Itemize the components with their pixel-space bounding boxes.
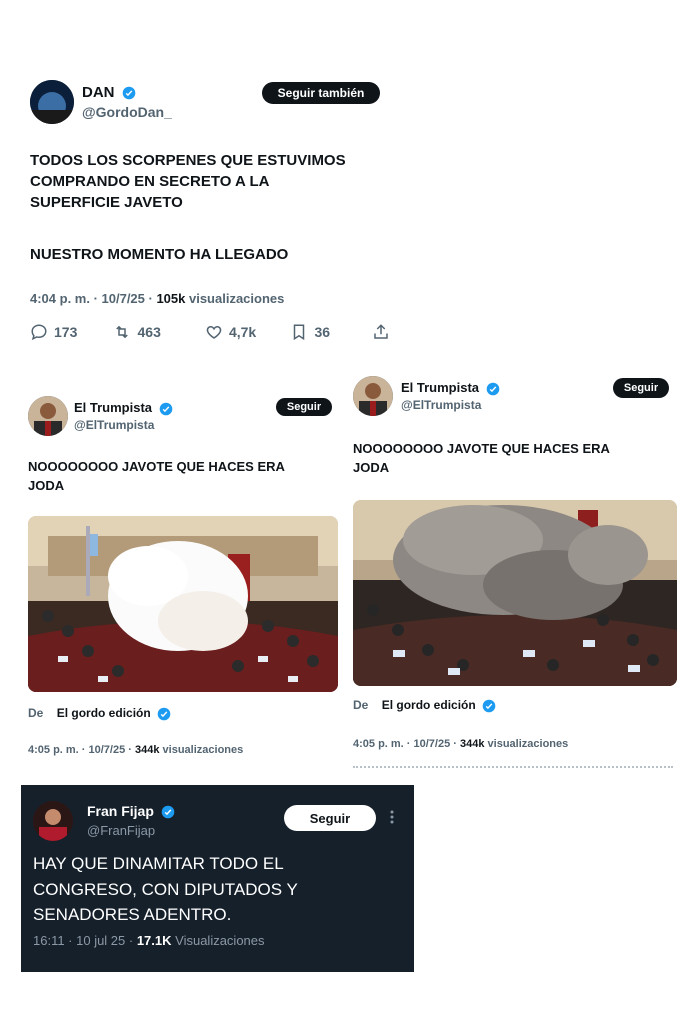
- avatar[interactable]: [30, 80, 74, 124]
- tweet-text-second: NUESTRO MOMENTO HA LLEGADO: [30, 246, 289, 263]
- congress-explosion-photo[interactable]: [28, 516, 338, 692]
- follow-button[interactable]: Seguir también: [262, 82, 380, 104]
- author-name[interactable]: El Trumpista: [401, 380, 479, 395]
- follow-button[interactable]: Seguir: [276, 398, 332, 416]
- tweet-meta: 16:11 · 10 jul 25 · 17.1K Visualizacione…: [33, 933, 265, 948]
- bookmark-icon: [294, 324, 305, 341]
- source-link[interactable]: El gordo edición: [57, 706, 151, 720]
- tweet-trumpista-right: El Trumpista @ElTrumpista Seguir NOOOOOO…: [345, 360, 694, 780]
- action-bar: 173 463 4,7k 36: [30, 323, 390, 341]
- tweet-fran-dark: Fran Fijap @FranFijap Seguir HAY QUE DIN…: [21, 785, 414, 972]
- reply-button[interactable]: 173: [30, 323, 112, 341]
- verified-badge-icon: [482, 699, 496, 713]
- tweet-text: NOOOOOOOO JAVOTE QUE HACES ERA JODA: [353, 441, 610, 475]
- tweet-text: NOOOOOOOO JAVOTE QUE HACES ERA JODA: [28, 459, 285, 493]
- congress-smoke-photo[interactable]: [353, 500, 677, 686]
- author-handle[interactable]: @GordoDan_: [82, 104, 172, 120]
- verified-badge-icon: [486, 382, 499, 395]
- author-name[interactable]: El Trumpista: [74, 400, 152, 415]
- tweet-text: HAY QUE DINAMITAR TODO EL CONGRESO, CON …: [33, 854, 298, 924]
- source-link[interactable]: El gordo edición: [382, 698, 476, 712]
- retweet-button[interactable]: 463: [112, 323, 205, 341]
- share-icon: [374, 324, 388, 339]
- avatar[interactable]: [353, 376, 393, 416]
- share-button[interactable]: [372, 323, 390, 341]
- tweet-dan: DAN @GordoDan_ Seguir también TODOS LOS …: [0, 0, 694, 360]
- tweet-text: TODOS LOS SCORPENES QUE ESTUVIMOS COMPRA…: [30, 152, 346, 211]
- like-icon: [206, 325, 222, 339]
- like-button[interactable]: 4,7k: [205, 323, 291, 341]
- source-attribution: De El gordo edición: [28, 706, 171, 721]
- tweet-meta: 4:04 p. m. · 10/7/25 · 105k visualizacio…: [30, 291, 285, 306]
- avatar[interactable]: [28, 396, 68, 436]
- verified-badge-icon: [157, 707, 171, 721]
- verified-badge-icon: [161, 805, 175, 819]
- author-name[interactable]: DAN: [82, 84, 115, 101]
- follow-button[interactable]: Seguir: [284, 805, 376, 831]
- cut-off-action-bar: [353, 766, 673, 772]
- tweet-meta: 4:05 p. m. · 10/7/25 · 344k visualizacio…: [353, 738, 569, 750]
- tweet-trumpista-left: El Trumpista @ElTrumpista Seguir NOOOOOO…: [0, 380, 345, 780]
- author-handle[interactable]: @FranFijap: [87, 823, 155, 838]
- source-attribution: De El gordo edición: [353, 698, 496, 713]
- author-handle[interactable]: @ElTrumpista: [74, 418, 154, 432]
- reply-icon: [31, 324, 47, 341]
- more-options-icon[interactable]: [389, 809, 395, 825]
- author-name[interactable]: Fran Fijap: [87, 803, 154, 819]
- retweet-icon: [115, 325, 128, 339]
- tweet-meta: 4:05 p. m. · 10/7/25 · 344k visualizacio…: [28, 744, 244, 756]
- author-handle[interactable]: @ElTrumpista: [401, 398, 481, 412]
- follow-button[interactable]: Seguir: [613, 378, 669, 398]
- verified-badge-icon: [159, 402, 172, 415]
- bookmark-button[interactable]: 36: [290, 323, 372, 341]
- verified-badge-icon: [122, 86, 135, 100]
- avatar[interactable]: [33, 801, 73, 841]
